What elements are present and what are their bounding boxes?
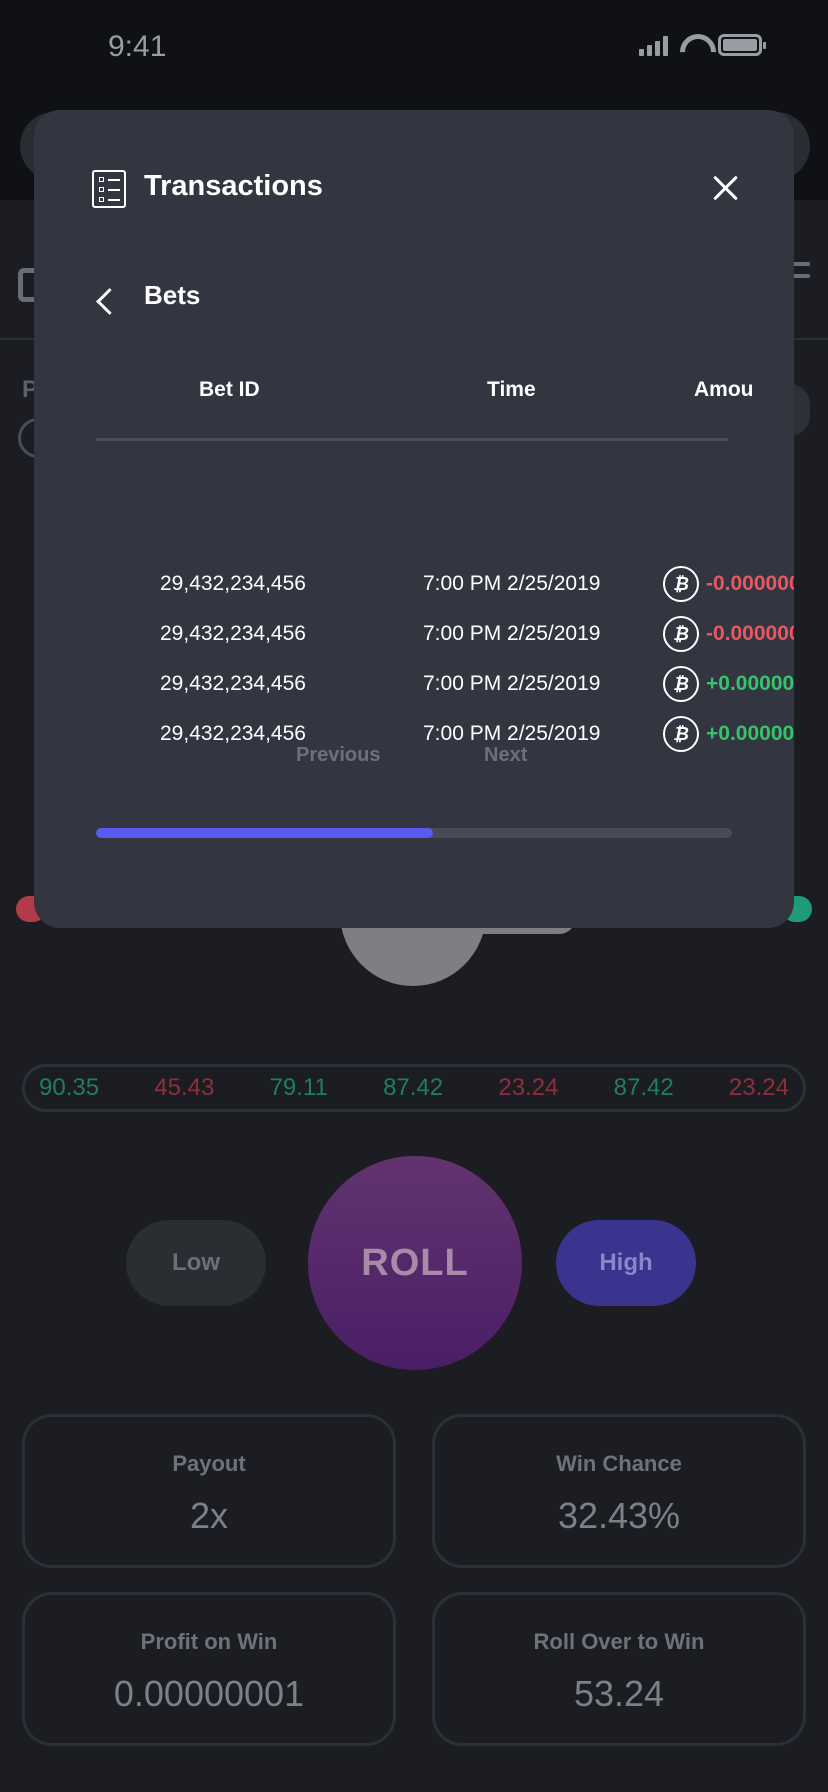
next-button[interactable]: Next bbox=[484, 744, 527, 767]
wifi-icon bbox=[678, 34, 708, 56]
bet-id-cell: 29,432,234,456 bbox=[160, 572, 306, 595]
time-cell: 7:00 PM 2/25/2019 bbox=[423, 672, 601, 695]
previous-button[interactable]: Previous bbox=[296, 744, 380, 767]
close-icon[interactable] bbox=[710, 172, 742, 204]
history-value: 23.24 bbox=[728, 1074, 789, 1101]
battery-icon bbox=[718, 34, 766, 56]
amount-cell: -0.00000001 bbox=[706, 622, 794, 645]
profit-on-win-card: Profit on Win 0.00000001 bbox=[22, 1592, 396, 1746]
scrollbar-thumb[interactable] bbox=[96, 828, 434, 838]
status-icons bbox=[639, 34, 766, 56]
receipt-icon bbox=[92, 170, 126, 208]
amount-cell: +0.00000001 bbox=[706, 722, 794, 745]
roll-over-label: Roll Over to Win bbox=[533, 1629, 705, 1654]
bitcoin-icon: ₿ bbox=[663, 716, 699, 752]
modal-title: Transactions bbox=[144, 170, 323, 202]
profit-on-win-label: Profit on Win bbox=[140, 1629, 278, 1654]
bet-id-cell: 29,432,234,456 bbox=[160, 622, 306, 645]
table-divider bbox=[96, 438, 728, 441]
roll-over-value: 53.24 bbox=[573, 1673, 665, 1714]
win-chance-label: Win Chance bbox=[556, 1451, 682, 1476]
history-value: 79.11 bbox=[269, 1074, 328, 1101]
table-row[interactable]: 29,432,234,456 7:00 PM 2/25/2019 ₿ -0.00000… bbox=[34, 616, 794, 656]
bitcoin-icon: ₿ bbox=[663, 566, 699, 602]
history-value: 23.24 bbox=[498, 1074, 559, 1101]
table-row[interactable]: 29,432,234,456 7:00 PM 2/25/2019 ₿ +0.00000… bbox=[34, 716, 794, 756]
amount-cell: +0.00000001 bbox=[706, 672, 794, 695]
win-chance-value: 32.43% bbox=[557, 1495, 681, 1536]
win-chance-card: Win Chance 32.43% bbox=[432, 1414, 806, 1568]
table-row[interactable]: 29,432,234,456 7:00 PM 2/25/2019 ₿ -0.00000… bbox=[34, 566, 794, 606]
time-cell: 7:00 PM 2/25/2019 bbox=[423, 622, 601, 645]
time-cell: 7:00 PM 2/25/2019 bbox=[423, 572, 601, 595]
transactions-modal: Transactions Bets Bet ID Time Amount 29,… bbox=[34, 110, 794, 928]
bet-id-cell: 29,432,234,456 bbox=[160, 722, 306, 745]
roll-button: ROLL bbox=[308, 1156, 522, 1370]
payout-card: Payout 2x bbox=[22, 1414, 396, 1568]
bitcoin-icon: ₿ bbox=[663, 666, 699, 702]
history-value: 90.35 bbox=[39, 1074, 100, 1101]
time-cell: 7:00 PM 2/25/2019 bbox=[423, 722, 601, 745]
section-title: Bets bbox=[144, 280, 201, 310]
profit-on-win-value: 0.00000001 bbox=[113, 1673, 305, 1714]
column-header-amount: Amount bbox=[694, 378, 754, 401]
payout-value: 2x bbox=[189, 1495, 229, 1536]
column-header-bet-id: Bet ID bbox=[199, 378, 260, 401]
signal-icon bbox=[639, 34, 668, 56]
roll-history: 90.35 45.43 79.11 87.42 23.24 87.42 23.24 bbox=[22, 1064, 806, 1112]
history-value: 45.43 bbox=[154, 1074, 215, 1101]
amount-cell: -0.00000001 bbox=[706, 572, 794, 595]
roll-over-card: Roll Over to Win 53.24 bbox=[432, 1592, 806, 1746]
payout-label: Payout bbox=[172, 1451, 246, 1476]
history-value: 87.42 bbox=[613, 1074, 674, 1101]
low-button: Low bbox=[126, 1220, 266, 1306]
horizontal-scrollbar[interactable] bbox=[96, 828, 732, 838]
bitcoin-icon: ₿ bbox=[663, 616, 699, 652]
back-icon[interactable] bbox=[90, 286, 120, 316]
high-button: High bbox=[556, 1220, 696, 1306]
bet-id-cell: 29,432,234,456 bbox=[160, 672, 306, 695]
history-value: 87.42 bbox=[383, 1074, 444, 1101]
table-row[interactable]: 29,432,234,456 7:00 PM 2/25/2019 ₿ +0.00000… bbox=[34, 666, 794, 706]
status-time: 9:41 bbox=[108, 30, 167, 63]
column-header-time: Time bbox=[487, 378, 536, 401]
